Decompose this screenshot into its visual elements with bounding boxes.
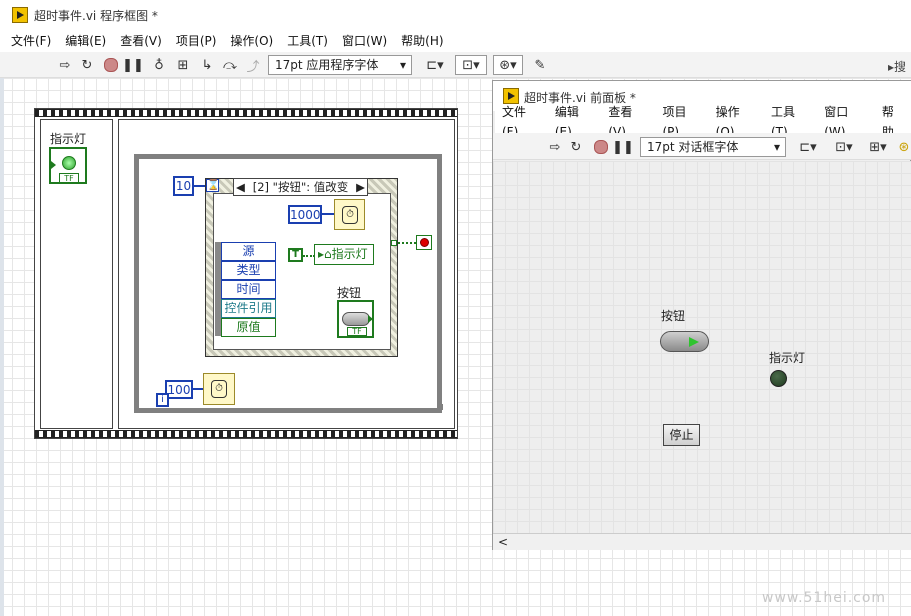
loop-wait-constant[interactable]: 100 <box>165 380 193 399</box>
panel-button-label: 按钮 <box>661 309 686 323</box>
led-icon <box>62 156 76 170</box>
chevron-down-icon: ▾ <box>399 58 406 72</box>
pause-icon[interactable]: ❚❚ <box>612 137 634 157</box>
font-selector[interactable]: 17pt 应用程序字体 ▾ <box>268 55 412 75</box>
event-data-oldval[interactable]: 原值 <box>221 318 276 337</box>
panel-font-selector-value: 17pt 对话框字体 <box>647 140 739 154</box>
tf-badge: TF <box>59 173 79 183</box>
step-into-icon[interactable]: ↳ <box>197 55 217 75</box>
diagram-title-bar: 超时事件.vi 程序框图 * <box>0 0 911 30</box>
terminal-arrow-icon <box>368 315 373 323</box>
menu-project[interactable]: 项目(P) <box>169 31 224 51</box>
watermark: www.51hei.com <box>762 590 887 606</box>
iteration-terminal[interactable]: i <box>156 393 169 407</box>
terminal-arrow-icon <box>51 161 56 169</box>
panel-stop-button[interactable]: 停止 <box>663 424 700 446</box>
diagram-toolbar: ⇨ ↻ ❚❚ ♁ ⊞ ↳ ⤼ ⤴ 17pt 应用程序字体 ▾ ⊏▾ ⊡▾ ⊛▾ … <box>0 52 911 78</box>
increment-arrow-icon[interactable]: ▶ <box>356 179 365 195</box>
menu-help[interactable]: 帮助(H) <box>394 31 450 51</box>
font-selector-value: 17pt 应用程序字体 <box>275 58 379 72</box>
event-data-type[interactable]: 类型 <box>221 261 276 280</box>
align-objects-icon[interactable]: ⊏▾ <box>793 137 823 157</box>
highlight-bulb-icon[interactable]: ♁ <box>149 55 169 75</box>
labview-icon <box>12 7 28 23</box>
reorder-icon[interactable]: ⊛▾ <box>493 55 523 75</box>
tf-badge: TF <box>347 327 367 336</box>
green-arrow-icon <box>689 337 699 347</box>
abort-icon[interactable] <box>101 55 121 75</box>
panel-indicator-label: 指示灯 <box>769 351 806 365</box>
film-strip-top <box>35 109 457 117</box>
run-continuous-icon[interactable]: ↻ <box>77 55 97 75</box>
film-strip-bottom <box>35 430 457 438</box>
front-panel-window[interactable]: 超时事件.vi 前面板 * 文件(F) 编辑(E) 查看(V) 项目(P) 操作… <box>492 80 911 550</box>
cleanup-diagram-icon[interactable]: ✎ <box>530 55 550 75</box>
stop-wire <box>398 242 416 244</box>
menu-view[interactable]: 查看(V) <box>113 31 169 51</box>
run-arrow-icon[interactable]: ⇨ <box>545 137 565 157</box>
button-terminal-label: 按钮 <box>337 286 362 300</box>
align-objects-icon[interactable]: ⊏▾ <box>420 55 450 75</box>
menu-operate[interactable]: 操作(O) <box>223 31 280 51</box>
output-tunnel[interactable] <box>391 240 397 246</box>
wait-ms-constant[interactable]: 1000 <box>288 205 322 224</box>
left-edge <box>0 78 4 616</box>
resize-objects-icon[interactable]: ⊞▾ <box>863 137 893 157</box>
menu-edit[interactable]: 编辑(E) <box>58 31 113 51</box>
menu-file[interactable]: 文件(F) <box>4 31 58 51</box>
run-continuous-icon[interactable]: ↻ <box>566 137 586 157</box>
timeout-terminal-icon[interactable]: ⌛ <box>206 179 219 192</box>
search-text[interactable]: ▸搜 <box>888 58 906 75</box>
event-data-source[interactable]: 源 <box>221 242 276 261</box>
panel-menu-bar: 文件(F) 编辑(E) 查看(V) 项目(P) 操作(O) 工具(T) 窗口(W… <box>495 105 911 139</box>
wait-ms-node[interactable]: ⏱ <box>334 199 365 230</box>
pause-icon[interactable]: ❚❚ <box>122 55 144 75</box>
step-out-icon[interactable]: ⤴ <box>243 55 263 75</box>
loop-wait-wire <box>193 388 203 390</box>
diagram-menu-bar: 文件(F) 编辑(E) 查看(V) 项目(P) 操作(O) 工具(T) 窗口(W… <box>4 30 911 52</box>
reorder-icon[interactable]: ⊛ <box>897 137 911 157</box>
button-icon <box>342 312 370 326</box>
property-node[interactable]: ▸⌂指示灯 <box>314 244 374 265</box>
event-selector-label[interactable]: ◀ [2] "按钮": 值改变 ▶ <box>233 178 368 196</box>
button-terminal[interactable]: TF <box>337 300 374 338</box>
indicator-terminal-label: 指示灯 <box>50 132 87 146</box>
stopwatch-icon: ⏱ <box>211 380 227 398</box>
stop-terminal[interactable] <box>416 235 432 250</box>
decrement-arrow-icon[interactable]: ◀ <box>236 179 245 195</box>
stopwatch-icon: ⏱ <box>342 206 358 224</box>
panel-font-selector[interactable]: 17pt 对话框字体 ▾ <box>640 137 786 157</box>
menu-window[interactable]: 窗口(W) <box>335 31 394 51</box>
retain-wire-values-icon[interactable]: ⊞ <box>173 55 193 75</box>
step-over-icon[interactable]: ⤼ <box>220 55 240 75</box>
horizontal-scrollbar[interactable]: < <box>493 533 911 550</box>
event-data-time[interactable]: 时间 <box>221 280 276 299</box>
loop-corner <box>437 404 443 410</box>
wait-wire <box>322 213 334 215</box>
scroll-left-icon[interactable]: < <box>498 535 508 549</box>
indicator-terminal[interactable]: TF <box>49 147 87 184</box>
timeout-constant[interactable]: 10 <box>173 176 194 196</box>
distribute-objects-icon[interactable]: ⊡▾ <box>455 55 487 75</box>
menu-tools[interactable]: 工具(T) <box>280 31 335 51</box>
abort-icon[interactable] <box>591 137 611 157</box>
true-constant[interactable]: T <box>288 248 303 262</box>
property-arrow-icon: ▸⌂ <box>318 247 332 261</box>
diagram-window-title: 超时事件.vi 程序框图 * <box>34 9 158 23</box>
event-data-ctlref[interactable]: 控件引用 <box>221 299 276 318</box>
chevron-down-icon: ▾ <box>773 140 780 154</box>
run-arrow-icon[interactable]: ⇨ <box>55 55 75 75</box>
panel-toolbar: ⇨ ↻ ❚❚ 17pt 对话框字体 ▾ ⊏▾ ⊡▾ ⊞▾ ⊛ <box>493 133 911 160</box>
panel-led-indicator <box>770 370 787 387</box>
stop-icon <box>420 238 429 247</box>
distribute-objects-icon[interactable]: ⊡▾ <box>829 137 859 157</box>
loop-wait-node[interactable]: ⏱ <box>203 373 235 405</box>
panel-boolean-button[interactable] <box>660 331 709 352</box>
